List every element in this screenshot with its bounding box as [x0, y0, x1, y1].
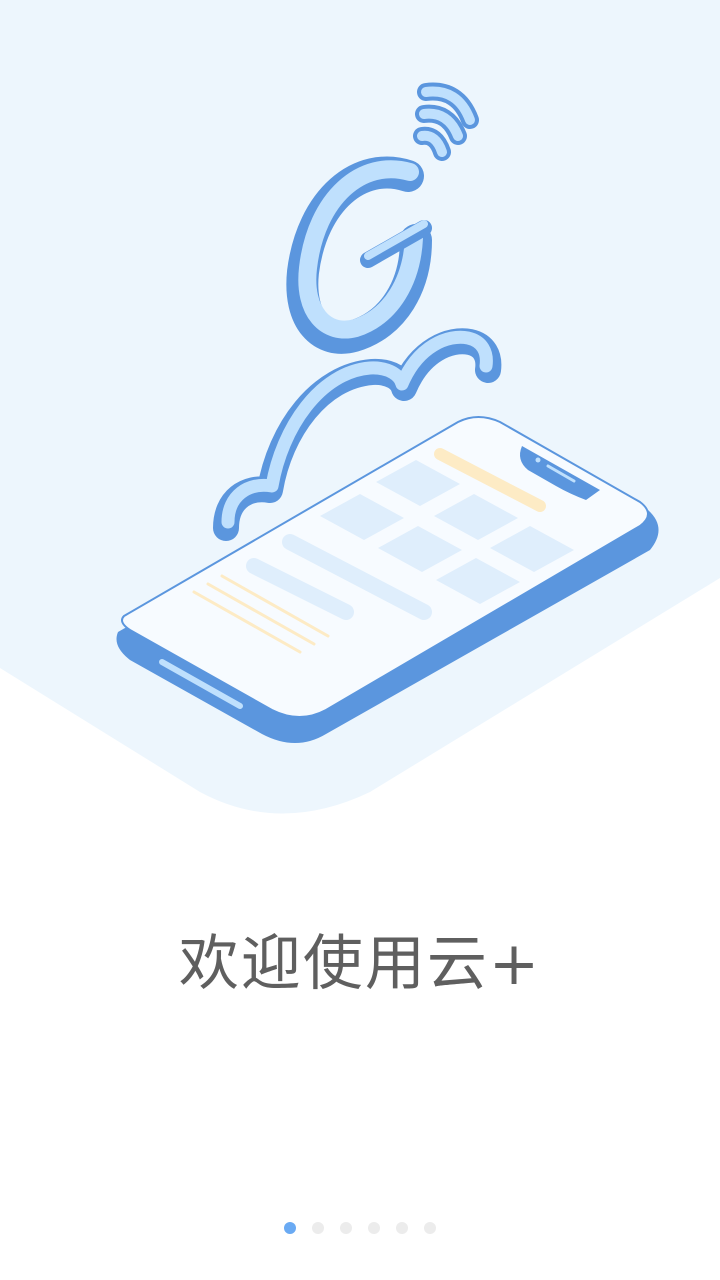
camera-icon [535, 457, 541, 463]
page-dot-1-active[interactable] [284, 1222, 296, 1234]
page-dot-2[interactable] [312, 1222, 324, 1234]
onboarding-screen[interactable]: 欢迎使用云+ [0, 0, 720, 1280]
page-dot-5[interactable] [396, 1222, 408, 1234]
hero-illustration [0, 0, 720, 814]
welcome-title: 欢迎使用云+ [178, 929, 542, 999]
page-dot-4[interactable] [368, 1222, 380, 1234]
signal-icon [413, 82, 479, 161]
page-dot-6[interactable] [424, 1222, 436, 1234]
page-indicator[interactable] [0, 1220, 720, 1236]
page-dot-3[interactable] [340, 1222, 352, 1234]
